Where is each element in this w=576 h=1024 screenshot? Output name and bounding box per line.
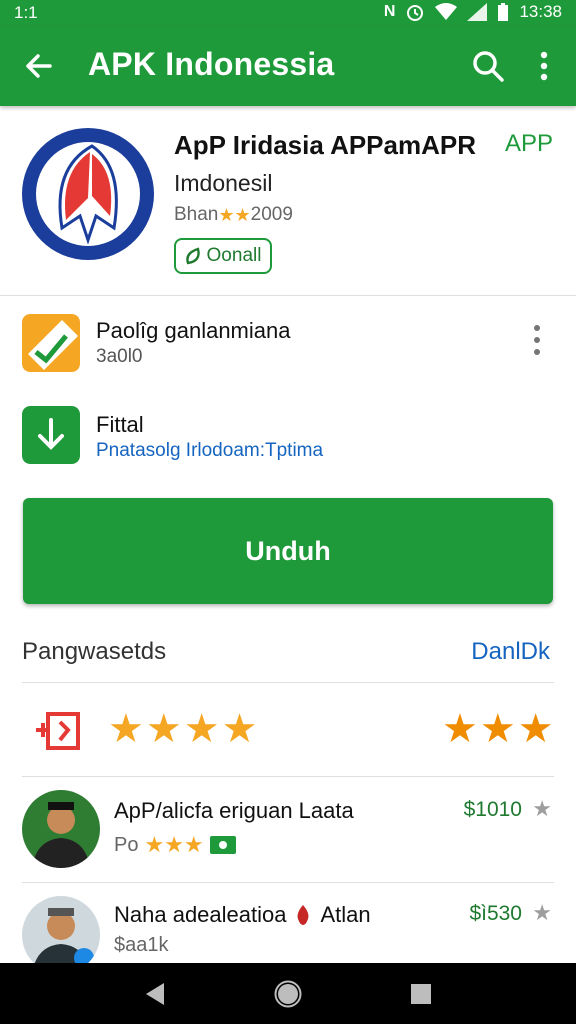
divider: [22, 882, 554, 883]
star-icon[interactable]: ★: [532, 796, 552, 822]
avatar: [22, 896, 100, 963]
signal-icon: [467, 3, 488, 21]
reviews-link[interactable]: DanlDk: [471, 638, 550, 666]
download-icon: [22, 406, 80, 464]
rating-prefix: Bhan: [174, 204, 219, 225]
reviewer-name: Naha adealeatioa: [114, 902, 287, 927]
reviewer-name-row: Naha adealeatioa Atlan: [114, 902, 371, 928]
install-chip-button[interactable]: Oonall: [174, 238, 272, 274]
rating-summary: ★★★★ ★★★: [0, 700, 576, 772]
rating-row: Bhan ★★ 2009: [174, 204, 293, 226]
back-arrow-icon[interactable]: [20, 48, 56, 84]
download-button[interactable]: Unduh: [23, 498, 553, 604]
app-bar: APK Indonessia: [0, 26, 576, 106]
battery-icon: [498, 3, 509, 21]
status-bar: 1:1 N 13:38: [0, 0, 576, 26]
app-name: ApP Iridasia APPamAPR: [174, 130, 476, 160]
review-price: $ì530: [469, 902, 522, 925]
review-meta-prefix: Po: [114, 833, 139, 856]
divider: [22, 682, 554, 683]
wifi-icon: [435, 3, 458, 20]
search-icon[interactable]: [470, 48, 506, 84]
review-meta: Po ★★★: [114, 832, 236, 858]
review-item[interactable]: ApP/alicfa eriguan Laata Po ★★★ $1010 ★: [0, 786, 576, 886]
status-icons: N 13:38: [384, 2, 562, 22]
app-tag: APP: [505, 130, 554, 157]
list-item-subtitle: 3a0l0: [96, 346, 143, 367]
plus-tag-icon: [36, 712, 80, 750]
developer-name[interactable]: Imdonesil: [174, 170, 272, 197]
review-meta: $aa1k: [114, 934, 169, 956]
rating-year: 2009: [250, 204, 293, 225]
nav-recents-icon[interactable]: [406, 979, 436, 1009]
nfc-icon: N: [383, 3, 396, 20]
reviewer-name: ApP/alicfa eriguan Laata: [114, 798, 354, 823]
alarm-icon: [407, 5, 424, 21]
install-chip-label: Oonall: [206, 245, 262, 266]
review-item[interactable]: Naha adealeatioa Atlan $aa1k $ì530 ★: [0, 890, 576, 963]
review-stars: ★★★: [144, 832, 204, 857]
system-nav-bar: [0, 963, 576, 1024]
app-bar-title: APK Indonessia: [88, 46, 335, 82]
list-item-title: Paolîg ganlanmiana: [96, 318, 291, 343]
app-logo: [22, 128, 154, 260]
divider: [22, 776, 554, 777]
app-header: ApP Iridasia APPamAPR APP Imdonesil Bhan…: [0, 106, 576, 296]
list-item-title: Fittal: [96, 412, 144, 437]
more-vert-icon[interactable]: [530, 48, 558, 84]
review-price: $1010: [463, 798, 522, 821]
ticket-app-icon: [22, 314, 80, 372]
nav-back-icon[interactable]: [140, 979, 170, 1009]
list-item-subtitle[interactable]: Pnatasolg Irlodoam:Tptima: [96, 440, 323, 462]
status-time: 13:38: [519, 2, 562, 21]
rating-stars: ★★: [218, 204, 251, 225]
leaf-icon: [185, 247, 200, 265]
star-icon[interactable]: ★: [532, 900, 552, 926]
more-vert-icon[interactable]: [528, 322, 546, 358]
fire-icon: [298, 905, 309, 925]
list-item[interactable]: Fittal Pnatasolg Irlodoam:Tptima: [0, 396, 576, 496]
reviews-title: Pangwasetds: [22, 638, 167, 665]
download-button-label: Unduh: [245, 535, 331, 566]
money-icon: [209, 836, 236, 854]
nav-home-icon[interactable]: [273, 979, 303, 1009]
avatar: [22, 790, 100, 868]
rating-stars-right: ★★★: [442, 707, 556, 751]
rating-stars-left: ★★★★: [108, 707, 260, 751]
status-left-text: 1:1: [14, 3, 38, 22]
reviewer-name-suffix: Atlan: [320, 902, 371, 927]
list-item[interactable]: Paolîg ganlanmiana 3a0l0: [0, 296, 576, 396]
